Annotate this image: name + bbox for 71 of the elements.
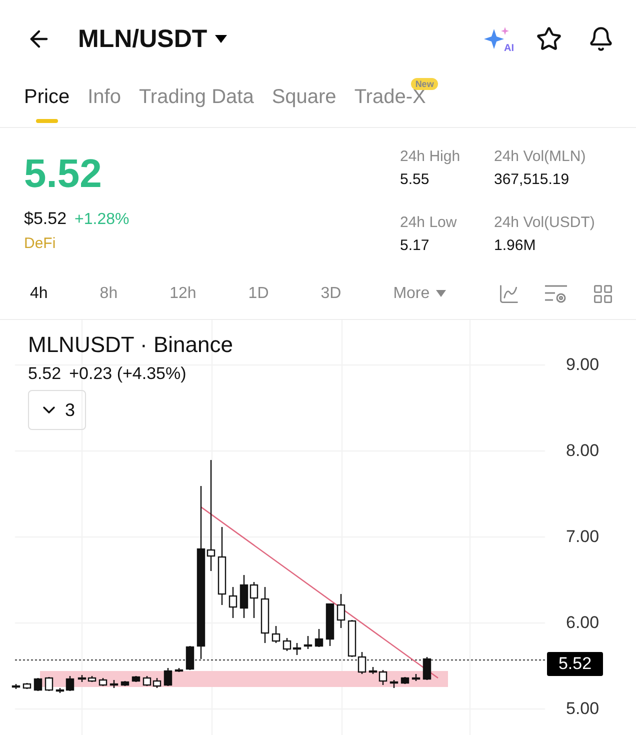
- candle: [314, 629, 324, 647]
- candle: [174, 668, 184, 672]
- candle: [22, 683, 32, 689]
- interval-tab[interactable]: 12h: [170, 284, 196, 302]
- candle: [164, 668, 172, 686]
- candle: [240, 575, 248, 618]
- stat-label: 24h Vol(MLN): [494, 148, 587, 165]
- candle: [282, 638, 292, 651]
- tab[interactable]: Price: [24, 78, 70, 127]
- indicator-toggle[interactable]: 3: [28, 390, 86, 430]
- candle: [34, 678, 42, 691]
- stat-label: 24h Vol(USDT): [494, 214, 596, 231]
- candle: [260, 587, 270, 643]
- last-price: 5.52: [24, 152, 103, 197]
- candle: [292, 643, 302, 655]
- candle: [228, 587, 238, 618]
- axis-label: 8.00: [566, 441, 600, 461]
- axis-label: 5.00: [566, 699, 600, 719]
- grid-icon[interactable]: [592, 282, 614, 304]
- interval-tab[interactable]: 3D: [320, 284, 342, 302]
- interval-tab[interactable]: 8h: [100, 284, 118, 302]
- price-change: +1.28%: [74, 211, 130, 229]
- new-badge: New: [411, 78, 438, 90]
- tab[interactable]: Trade-X New: [354, 78, 438, 127]
- candle: [336, 594, 346, 628]
- stat-label: 24h Low: [400, 214, 458, 231]
- tab[interactable]: Square: [272, 78, 336, 127]
- candle: [272, 626, 280, 643]
- stat-label: 24h High: [400, 148, 462, 165]
- axis-label: 6.00: [566, 613, 600, 633]
- interval-tab[interactable]: 4h: [30, 284, 48, 302]
- active-tab-indicator: [36, 119, 58, 123]
- tab[interactable]: Trading Data: [138, 78, 254, 127]
- caret-icon: [436, 290, 446, 297]
- candle: [132, 676, 140, 682]
- chart-change: +0.23 (+4.35%): [69, 364, 186, 384]
- stat-value: 1.96M: [494, 237, 537, 254]
- star-icon[interactable]: [536, 26, 562, 52]
- axis-label: 7.00: [566, 527, 600, 547]
- candle: [110, 680, 118, 688]
- candle: [400, 677, 410, 684]
- bell-icon[interactable]: [588, 26, 614, 52]
- candle: [186, 646, 194, 670]
- interval-tab[interactable]: 1D: [248, 284, 269, 302]
- candle: [12, 684, 20, 689]
- candle: [120, 681, 130, 686]
- candle: [304, 636, 312, 649]
- candle: [412, 674, 420, 681]
- price-tag: 5.52: [547, 652, 603, 676]
- caret-icon: [215, 35, 228, 43]
- stat-value: 5.55: [400, 171, 430, 188]
- candle: [422, 657, 432, 680]
- pair-selector[interactable]: MLN/USDT: [78, 24, 228, 54]
- candle: [142, 676, 152, 686]
- chart-last-price: 5.52: [28, 364, 62, 384]
- candle: [250, 582, 258, 618]
- indicators-icon[interactable]: [544, 282, 568, 304]
- tab[interactable]: Info: [88, 78, 121, 127]
- candle: [390, 680, 398, 688]
- chart-symbol: MLNUSDT · Binance: [28, 332, 233, 358]
- interval-tab[interactable]: More: [393, 284, 446, 302]
- category-link[interactable]: DeFi: [24, 235, 400, 252]
- stat-value: 367,515.19: [494, 171, 570, 188]
- candle: [326, 603, 334, 646]
- candle: [98, 678, 108, 686]
- line-chart-icon[interactable]: [498, 282, 520, 304]
- axis-label: 9.00: [566, 355, 600, 375]
- candle: [44, 677, 54, 691]
- candle: [152, 678, 162, 688]
- stat-value: 5.17: [400, 237, 430, 254]
- usd-price: $5.52: [24, 209, 67, 229]
